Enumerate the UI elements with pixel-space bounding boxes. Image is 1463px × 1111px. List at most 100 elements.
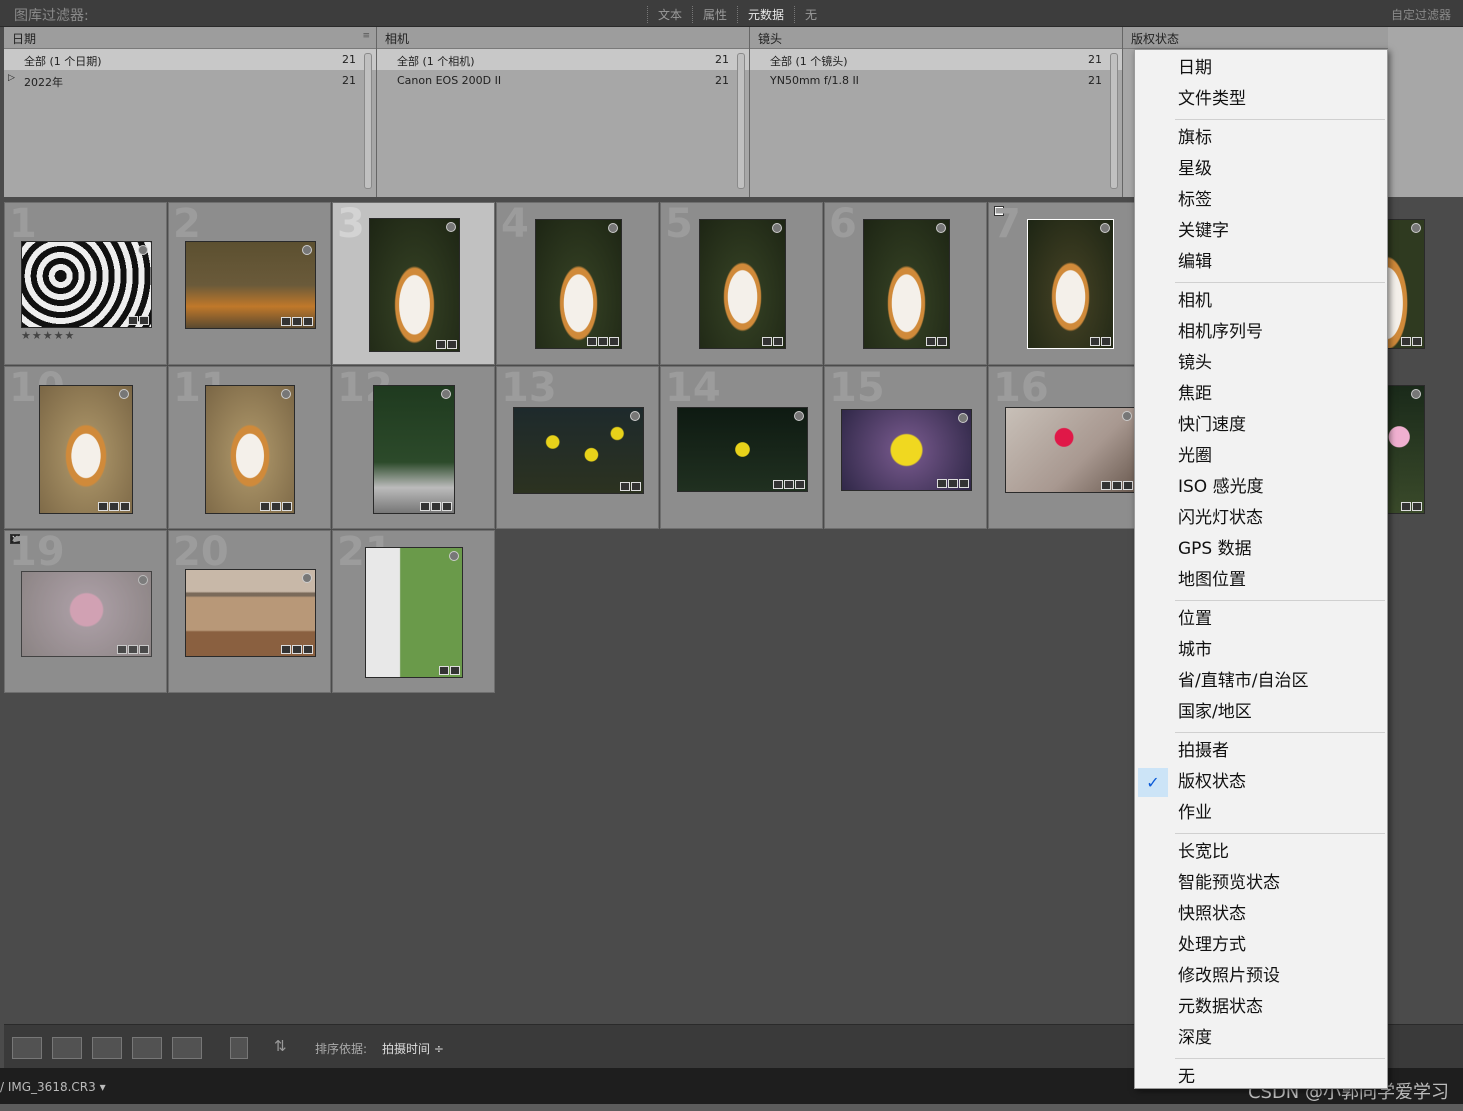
disclosure-triangle-icon[interactable]: ▷ <box>8 73 15 83</box>
menu-item[interactable]: 深度 <box>1135 1024 1387 1053</box>
photo-thumbnail[interactable] <box>39 385 133 514</box>
column-header[interactable]: 镜头 <box>750 27 1122 49</box>
tab-text[interactable]: 文本 <box>647 6 692 23</box>
quick-collection-icon[interactable] <box>1411 389 1421 399</box>
menu-item[interactable]: 作业 <box>1135 799 1387 828</box>
column-header[interactable]: 日期 ≡ <box>4 27 376 49</box>
menu-item[interactable]: 无 <box>1135 1063 1387 1092</box>
photo-thumbnail[interactable] <box>1027 219 1114 349</box>
photo-thumbnail[interactable] <box>185 569 316 657</box>
quick-collection-icon[interactable] <box>936 223 946 233</box>
photo-thumbnail[interactable] <box>863 219 950 349</box>
grid-cell[interactable]: 10 <box>4 365 167 529</box>
grid-cell[interactable]: × 19 <box>4 529 167 693</box>
menu-item[interactable]: 长宽比 <box>1135 838 1387 867</box>
grid-cell[interactable]: 20 <box>168 529 331 693</box>
photo-thumbnail[interactable] <box>841 409 972 491</box>
grid-cell[interactable]: 5 <box>660 201 823 365</box>
custom-filter-dropdown[interactable]: 自定过滤器 <box>1391 6 1451 23</box>
menu-item[interactable]: 星级 <box>1135 155 1387 184</box>
quick-collection-icon[interactable] <box>1411 223 1421 233</box>
menu-item[interactable]: 地图位置 <box>1135 566 1387 595</box>
menu-item[interactable]: 文件类型 <box>1135 85 1387 114</box>
menu-item[interactable]: 智能预览状态 <box>1135 869 1387 898</box>
scrollbar[interactable] <box>737 53 745 189</box>
list-item[interactable]: YN50mm f/1.8 II 21 <box>750 70 1122 91</box>
grid-cell[interactable]: 1 ★★★★★ <box>4 201 167 365</box>
grid-cell[interactable]: 7 <box>988 201 1151 365</box>
photo-thumbnail[interactable] <box>1005 407 1136 493</box>
menu-item[interactable]: 修改照片预设 <box>1135 962 1387 991</box>
grid-cell[interactable]: 15 <box>824 365 987 529</box>
tab-metadata[interactable]: 元数据 <box>737 6 794 23</box>
scrollbar[interactable] <box>1110 53 1118 189</box>
grid-view-button[interactable] <box>12 1037 42 1059</box>
grid-cell[interactable]: 2 <box>168 201 331 365</box>
photo-thumbnail[interactable] <box>21 241 152 328</box>
survey-view-button[interactable] <box>132 1037 162 1059</box>
menu-item[interactable]: 镜头 <box>1135 349 1387 378</box>
menu-item[interactable]: 城市 <box>1135 636 1387 665</box>
menu-item[interactable]: 位置 <box>1135 605 1387 634</box>
photo-thumbnail[interactable] <box>677 407 808 492</box>
list-item[interactable]: Canon EOS 200D II 21 <box>377 70 749 91</box>
menu-item[interactable]: 国家/地区 <box>1135 698 1387 727</box>
menu-item[interactable]: 编辑 <box>1135 248 1387 277</box>
grid-cell[interactable]: 4 <box>496 201 659 365</box>
quick-collection-icon[interactable] <box>630 411 640 421</box>
menu-item[interactable]: 标签 <box>1135 186 1387 215</box>
list-item[interactable]: 全部 (1 个相机) 21 <box>377 49 749 70</box>
menu-item[interactable]: 快照状态 <box>1135 900 1387 929</box>
quick-collection-icon[interactable] <box>608 223 618 233</box>
grid-cell[interactable]: 11 <box>168 365 331 529</box>
photo-thumbnail[interactable] <box>535 219 622 349</box>
photo-thumbnail[interactable] <box>21 571 152 657</box>
list-item[interactable]: 全部 (1 个镜头) 21 <box>750 49 1122 70</box>
loupe-view-button[interactable] <box>52 1037 82 1059</box>
photo-thumbnail[interactable] <box>365 547 463 678</box>
photo-thumbnail[interactable] <box>185 241 316 329</box>
photo-thumbnail[interactable] <box>513 407 644 494</box>
photo-thumbnail[interactable] <box>699 219 786 349</box>
column-header[interactable]: 相机 <box>377 27 749 49</box>
compare-view-button[interactable] <box>92 1037 122 1059</box>
grid-cell[interactable]: 6 <box>824 201 987 365</box>
sort-direction-icon[interactable]: ⇅ <box>274 1037 287 1055</box>
menu-item[interactable]: 快门速度 <box>1135 411 1387 440</box>
list-item[interactable]: ▷ 2022年 21 <box>4 70 376 91</box>
tab-attribute[interactable]: 属性 <box>692 6 737 23</box>
menu-item[interactable]: 拍摄者 <box>1135 737 1387 766</box>
menu-item[interactable]: 元数据状态 <box>1135 993 1387 1022</box>
menu-item[interactable]: GPS 数据 <box>1135 535 1387 564</box>
menu-item[interactable]: ✓ 版权状态 <box>1135 768 1387 797</box>
quick-collection-icon[interactable] <box>302 245 312 255</box>
quick-collection-icon[interactable] <box>119 389 129 399</box>
menu-item[interactable]: 旗标 <box>1135 124 1387 153</box>
column-menu-icon[interactable]: ≡ <box>362 31 370 41</box>
grid-cell[interactable]: 21 <box>332 529 495 693</box>
quick-collection-icon[interactable] <box>958 413 968 423</box>
quick-collection-icon[interactable] <box>281 389 291 399</box>
photo-thumbnail[interactable] <box>369 218 460 352</box>
menu-item[interactable]: 光圈 <box>1135 442 1387 471</box>
scrollbar[interactable] <box>364 53 372 189</box>
menu-item[interactable]: 关键字 <box>1135 217 1387 246</box>
grid-cell[interactable]: 13 <box>496 365 659 529</box>
quick-collection-icon[interactable] <box>302 573 312 583</box>
menu-item[interactable]: 相机 <box>1135 287 1387 316</box>
menu-item[interactable]: 日期 <box>1135 54 1387 83</box>
menu-item[interactable]: 省/直辖市/自治区 <box>1135 667 1387 696</box>
people-view-button[interactable] <box>172 1037 202 1059</box>
menu-item[interactable]: 闪光灯状态 <box>1135 504 1387 533</box>
quick-collection-icon[interactable] <box>1100 223 1110 233</box>
quick-collection-icon[interactable] <box>446 222 456 232</box>
quick-collection-icon[interactable] <box>441 389 451 399</box>
quick-collection-icon[interactable] <box>138 245 148 255</box>
grid-cell[interactable]: 12 <box>332 365 495 529</box>
quick-collection-icon[interactable] <box>794 411 804 421</box>
menu-item[interactable]: ISO 感光度 <box>1135 473 1387 502</box>
quick-collection-icon[interactable] <box>772 223 782 233</box>
painter-icon[interactable] <box>230 1037 248 1059</box>
quick-collection-icon[interactable] <box>449 551 459 561</box>
grid-cell[interactable]: 14 <box>660 365 823 529</box>
